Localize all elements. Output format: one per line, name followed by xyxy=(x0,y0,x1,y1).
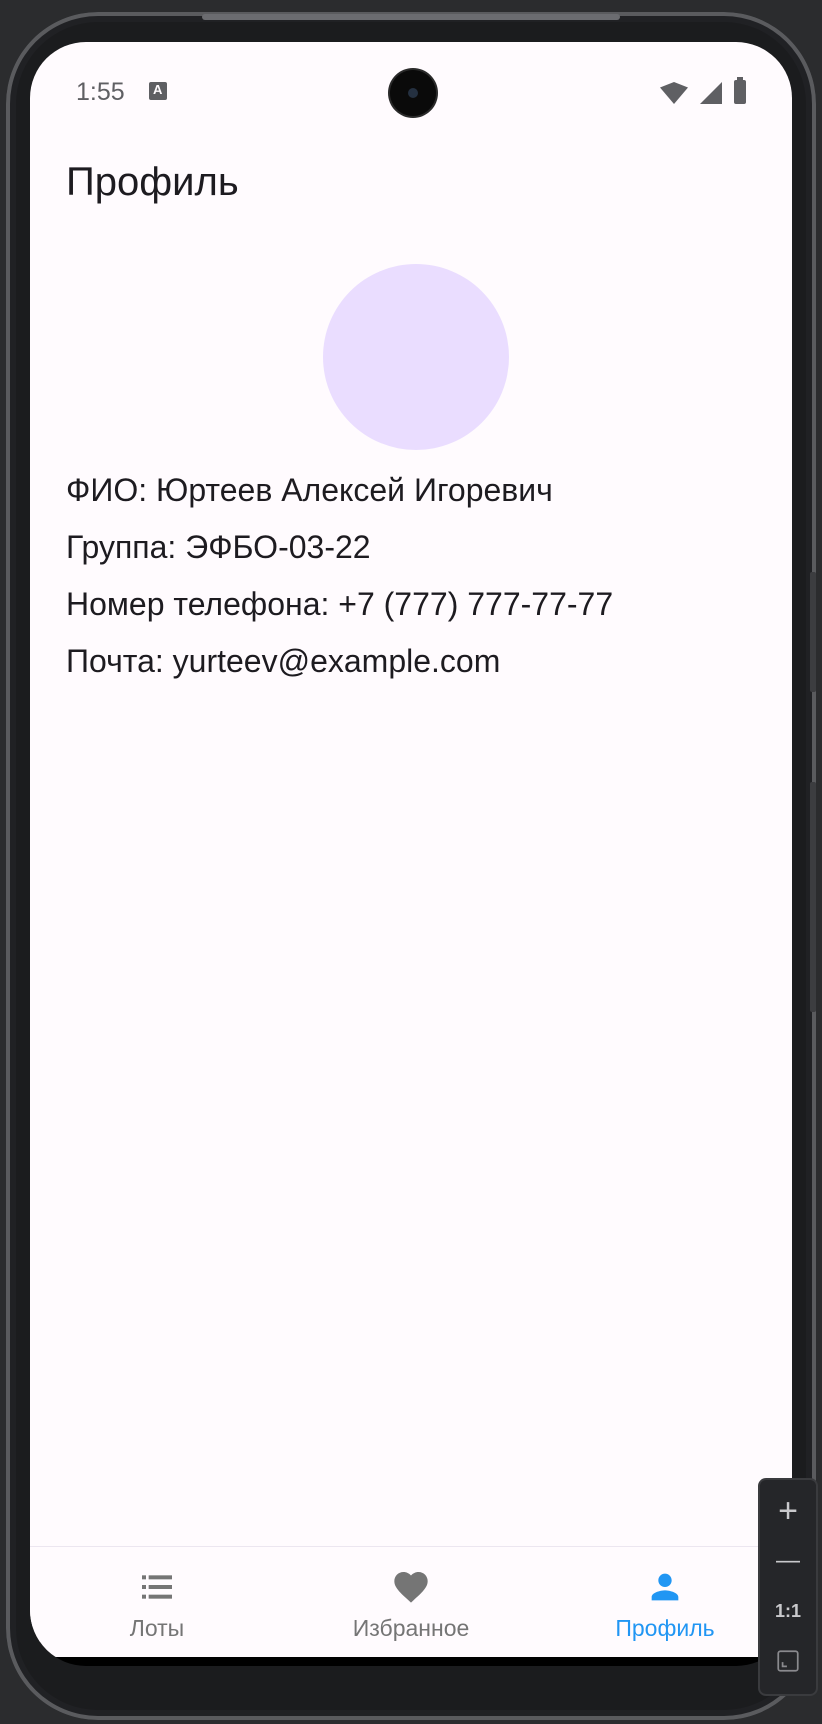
fit-screen-icon xyxy=(777,1650,799,1672)
fit-screen-button[interactable] xyxy=(760,1636,816,1686)
page-title: Профиль xyxy=(66,160,239,204)
actual-size-button[interactable]: 1:1 xyxy=(760,1586,816,1636)
power-button xyxy=(810,782,816,1012)
profile-group: Группа: ЭФБО-03-22 xyxy=(66,529,371,565)
battery-icon xyxy=(734,77,746,104)
status-icons xyxy=(660,77,746,104)
zoom-in-button[interactable]: + xyxy=(760,1486,816,1536)
avatar xyxy=(323,264,509,450)
bottom-navigation: Лоты Избранное Профиль xyxy=(30,1546,792,1657)
front-camera xyxy=(390,70,436,116)
nav-item-lots[interactable]: Лоты xyxy=(30,1547,284,1657)
emulator-zoom-panel: + — 1:1 xyxy=(758,1478,818,1696)
keyboard-notification-icon xyxy=(149,82,167,100)
status-bar: 1:55 xyxy=(30,42,792,122)
nav-label-favorites: Избранное xyxy=(352,1615,470,1641)
zoom-out-button[interactable]: — xyxy=(760,1536,816,1586)
nav-item-profile[interactable]: Профиль xyxy=(538,1547,792,1657)
list-icon xyxy=(142,1575,172,1599)
nav-label-profile: Профиль xyxy=(615,1615,715,1641)
app-screen: 1:55 Профиль ФИО: Юртеев Алексей Игореви… xyxy=(30,42,792,1657)
nav-label-lots: Лоты xyxy=(129,1615,185,1641)
status-time: 1:55 xyxy=(76,78,125,106)
person-icon xyxy=(651,1573,679,1601)
volume-button xyxy=(810,572,816,692)
phone-frame: 1:55 Профиль ФИО: Юртеев Алексей Игореви… xyxy=(6,12,816,1720)
profile-phone: Номер телефона: +7 (777) 777-77-77 xyxy=(66,586,614,622)
wifi-icon xyxy=(660,82,688,104)
profile-email: Почта: yurteev@example.com xyxy=(66,643,501,679)
profile-fio: ФИО: Юртеев Алексей Игоревич xyxy=(66,472,553,508)
nav-item-favorites[interactable]: Избранное xyxy=(284,1547,538,1657)
phone-screen: 1:55 Профиль ФИО: Юртеев Алексей Игореви… xyxy=(30,42,792,1666)
cell-signal-icon xyxy=(700,82,722,104)
heart-icon xyxy=(394,1572,428,1603)
